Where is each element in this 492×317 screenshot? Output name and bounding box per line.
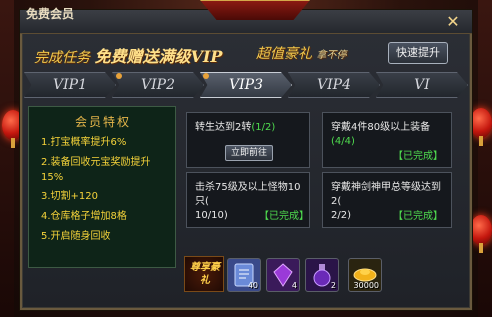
banner-gift-small: 拿不停 <box>316 50 347 61</box>
item-count: 30000 <box>353 281 379 290</box>
task-complete-status: 【已完成】 <box>259 211 309 222</box>
vip-tabs: VIP1 VIP2 VIP3 VIP4 VI <box>24 72 468 98</box>
task-text: 击杀75级及以上怪物10只( <box>195 182 301 207</box>
purple-gem-item-icon[interactable]: 4 <box>266 258 300 292</box>
task-text: 穿戴神剑神甲总等级达到2( <box>331 182 441 207</box>
right-lantern-icon-2 <box>470 215 492 253</box>
gold-ingot-item-icon[interactable]: 30000 <box>348 258 382 292</box>
premium-gift-seal: 尊享豪礼 <box>184 256 224 292</box>
tab-vip5[interactable]: VI <box>376 72 468 98</box>
right-lantern-icon <box>470 108 492 146</box>
benefit-item: 5.开启随身回收 <box>41 231 111 242</box>
tab-notice-dot-icon <box>203 73 209 79</box>
task-complete-status: 【已完成】 <box>393 151 443 162</box>
seal-text: 尊享豪礼 <box>190 262 220 286</box>
task-description: 转生达到2转(1/2) <box>195 121 275 135</box>
item-count: 2 <box>330 281 336 290</box>
go-now-button[interactable]: 立即前往 <box>225 145 273 161</box>
right-pillar-decoration <box>478 0 492 317</box>
tab-notice-dot-icon <box>116 73 122 79</box>
task-text: 穿戴4件80级以上装备 <box>331 122 431 133</box>
task-text: 转生达到2转 <box>195 122 252 133</box>
window-title: 免费会员 <box>26 7 75 21</box>
banner-left-text: 完成任务 免费赠送满级VIP <box>34 43 222 67</box>
task-progress: (4/4) <box>331 136 355 147</box>
purple-potion-item-icon[interactable]: 2 <box>305 258 339 292</box>
task-card-equip: 穿戴4件80级以上装备 (4/4) 【已完成】 <box>322 112 452 168</box>
benefit-item: 3.切割+120 <box>41 191 99 202</box>
close-button[interactable]: ✕ <box>438 12 468 32</box>
task-progress: (1/2) <box>251 122 276 133</box>
task-description: 穿戴4件80级以上装备 (4/4) <box>331 121 451 149</box>
benefits-title: 会员特权 <box>74 115 131 129</box>
member-benefits-box: 会员特权 1.打宝概率提升6% 2.装备回收元宝奖励提升15% 3.切割+120… <box>28 106 176 268</box>
tab-vip2[interactable]: VIP2 <box>112 72 204 98</box>
banner-gift-label: 超值豪礼 <box>256 46 312 62</box>
item-count: 40 <box>247 281 258 290</box>
scroll-item-icon[interactable]: 40 <box>227 258 261 292</box>
benefit-item: 1.打宝概率提升6% <box>41 137 127 148</box>
game-screen: 免费会员 ✕ 完成任务 免费赠送满级VIP 超值豪礼 拿不停 快速提升 VIP1… <box>0 0 492 317</box>
quick-upgrade-button[interactable]: 快速提升 <box>388 42 448 64</box>
task-complete-status: 【已完成】 <box>393 211 443 222</box>
item-count: 4 <box>291 281 297 290</box>
left-pillar-decoration <box>0 0 14 317</box>
task-card-sword-armor: 穿戴神剑神甲总等级达到2( 2/2) 【已完成】 <box>322 172 452 228</box>
task-card-kill: 击杀75级及以上怪物10只( 10/10) 【已完成】 <box>186 172 310 228</box>
banner-highlight: 免费赠送满级VIP <box>94 47 223 66</box>
task-card-rebirth: 转生达到2转(1/2) 立即前往 <box>186 112 310 168</box>
benefit-item: 2.装备回收元宝奖励提升15% <box>41 157 151 183</box>
crest-decoration <box>200 0 310 20</box>
tab-vip4[interactable]: VIP4 <box>288 72 380 98</box>
benefit-item: 4.仓库格子增加8格 <box>41 211 127 222</box>
promo-banner: 完成任务 免费赠送满级VIP 超值豪礼 拿不停 快速提升 <box>22 36 470 70</box>
tab-vip3[interactable]: VIP3 <box>200 72 292 98</box>
banner-prefix: 完成任务 <box>34 50 90 66</box>
banner-right-text: 超值豪礼 拿不停 <box>256 43 346 63</box>
tab-vip1[interactable]: VIP1 <box>24 72 116 98</box>
